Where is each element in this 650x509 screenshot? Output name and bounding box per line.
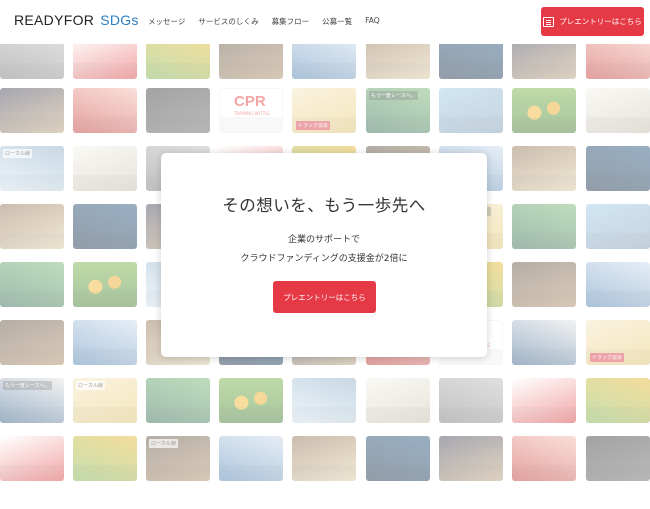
nav-item-flow[interactable]: 募集フロー: [272, 16, 310, 27]
logo-main-text: READYFOR: [14, 12, 95, 28]
main-nav: メッセージ サービスのしくみ 募集フロー 公募一覧 FAQ: [148, 16, 380, 27]
nav-item-list[interactable]: 公募一覧: [322, 16, 352, 27]
hero-preentry-label: プレエントリーはこちら: [283, 292, 366, 302]
hero-preentry-button[interactable]: プレエントリーはこちら: [273, 281, 376, 313]
nav-item-faq[interactable]: FAQ: [365, 16, 380, 27]
hero-text-line-1: 企業のサポートで: [287, 235, 360, 245]
site-header: READYFOR SDGs メッセージ サービスのしくみ 募集フロー 公募一覧 F…: [0, 0, 650, 44]
header-preentry-label: プレエントリーはこちら: [559, 17, 642, 26]
hero-text-line-2: クラウドファンディングの支援金が2倍に: [240, 254, 408, 264]
logo-sdgs-text: SDGs: [100, 12, 139, 28]
nav-item-message[interactable]: メッセージ: [148, 16, 185, 27]
hero-card: その想いを、もう一歩先へ 企業のサポートで クラウドファンディングの支援金が2倍…: [161, 153, 487, 357]
hero-title: その想いを、もう一歩先へ: [222, 196, 426, 215]
site-logo[interactable]: READYFOR SDGs: [14, 12, 139, 28]
header-preentry-button[interactable]: プレエントリーはこちら: [541, 7, 644, 36]
nav-item-service[interactable]: サービスのしくみ: [198, 16, 258, 27]
document-icon: [543, 16, 555, 27]
